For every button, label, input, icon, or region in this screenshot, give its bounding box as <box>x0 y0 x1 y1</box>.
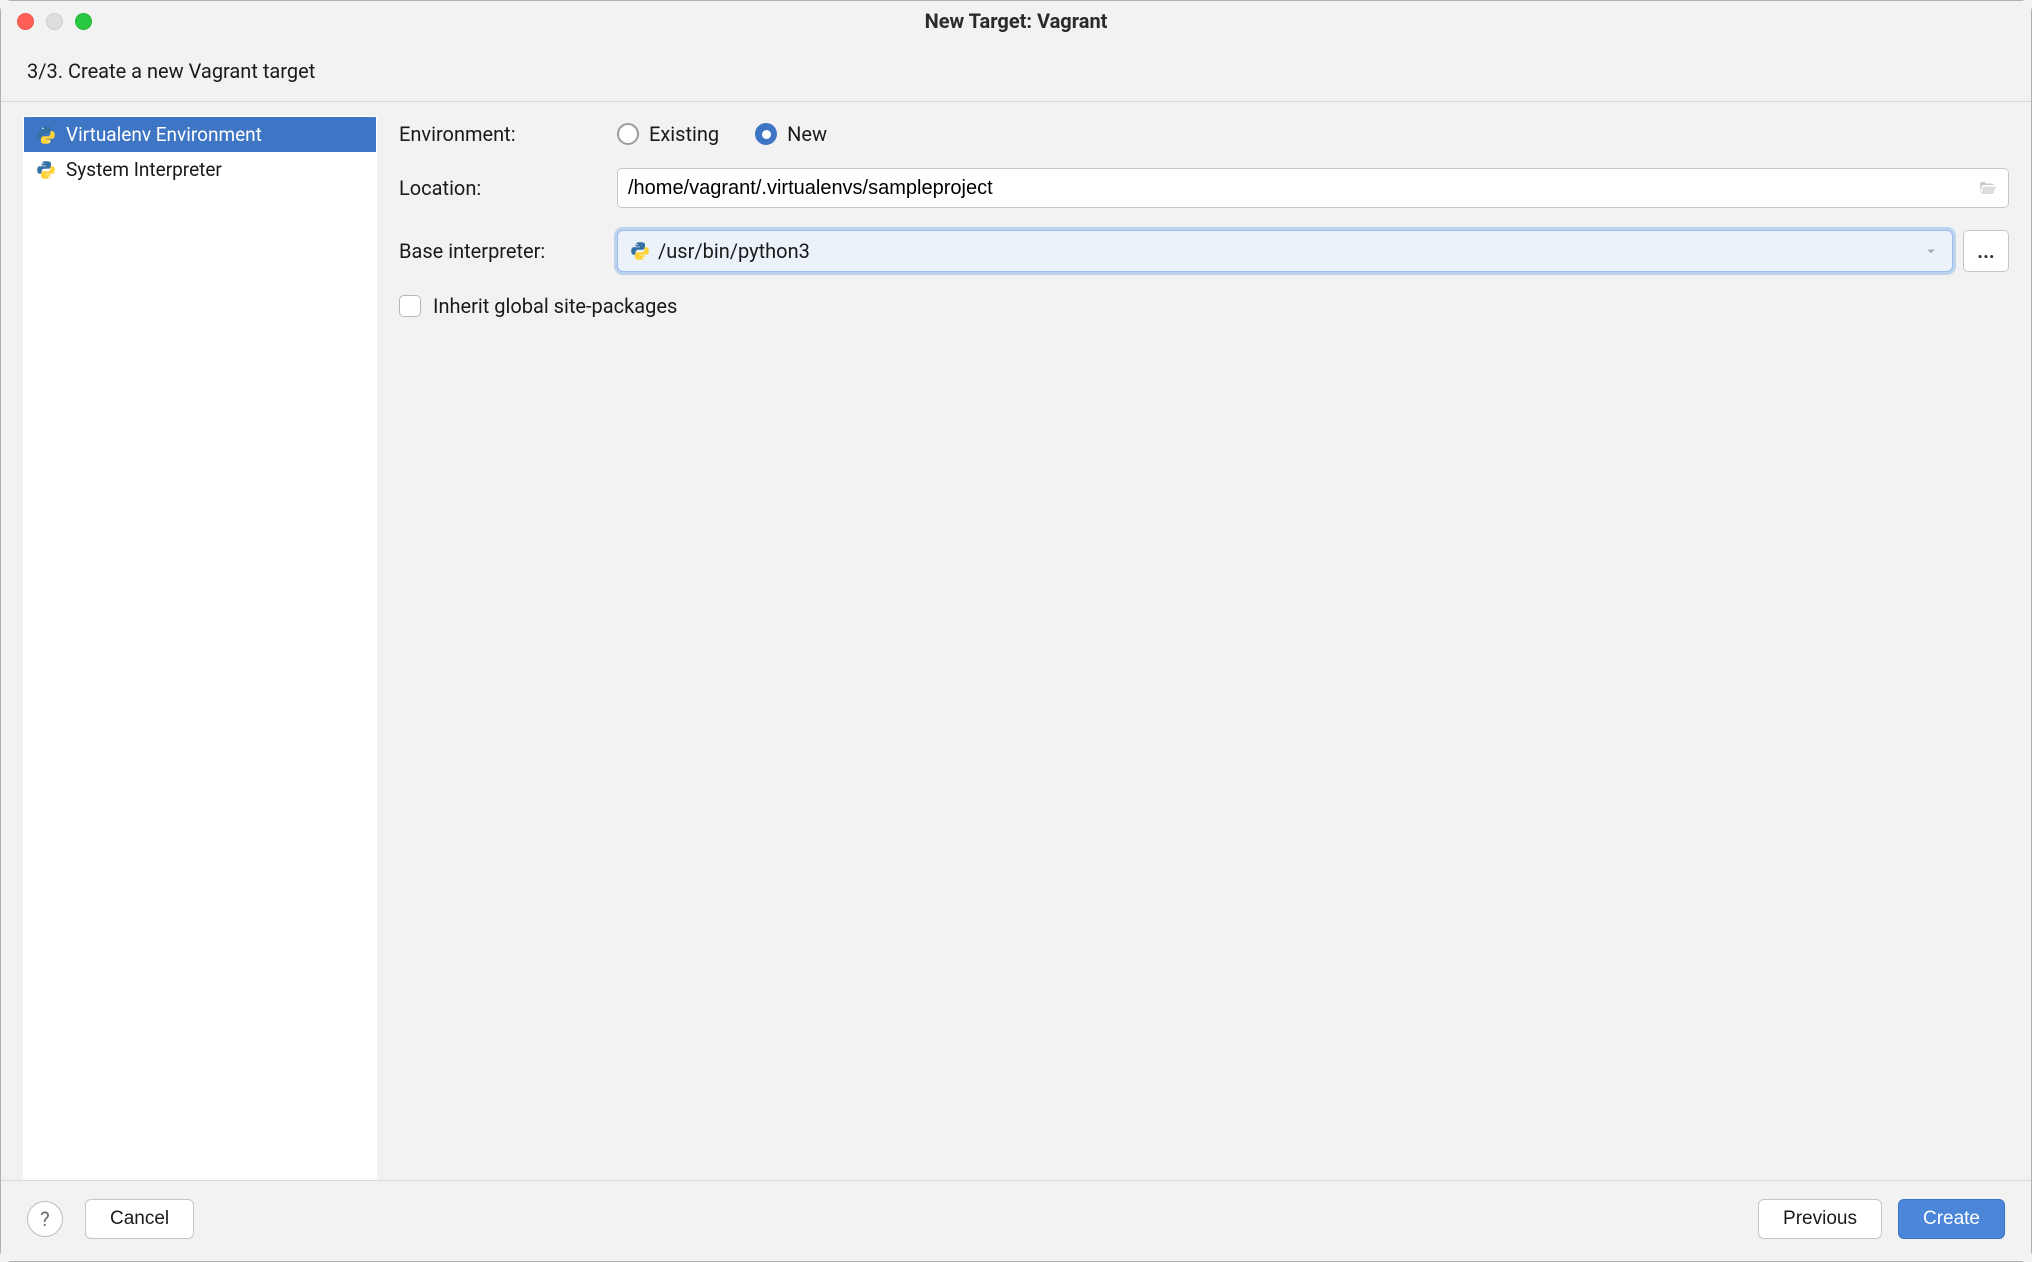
base-interpreter-combo-wrap: /usr/bin/python3 ... <box>617 230 2009 272</box>
inherit-row: Inherit global site-packages <box>399 294 2009 318</box>
inherit-label: Inherit global site-packages <box>433 294 677 318</box>
wizard-step-label: 3/3. Create a new Vagrant target <box>1 41 2031 102</box>
radio-new-label: New <box>787 122 827 146</box>
environment-row: Environment: Existing New <box>399 122 2009 146</box>
location-input[interactable] <box>628 177 1976 200</box>
location-input-wrap[interactable] <box>617 168 2009 208</box>
body-area: 3/3. Create a new Vagrant target Virtual… <box>1 41 2031 1261</box>
create-button[interactable]: Create <box>1898 1199 2005 1239</box>
ellipsis-icon: ... <box>1977 239 1994 263</box>
interpreter-type-sidebar: Virtualenv Environment System Interprete… <box>23 116 377 1180</box>
radio-existing[interactable]: Existing <box>617 122 719 146</box>
cancel-button[interactable]: Cancel <box>85 1199 194 1239</box>
sidebar-item-label: System Interpreter <box>66 158 222 181</box>
inherit-checkbox[interactable] <box>399 295 421 317</box>
location-row: Location: <box>399 168 2009 208</box>
radio-circle-checked-icon <box>755 123 777 145</box>
sidebar-item-system-interpreter[interactable]: System Interpreter <box>24 152 376 187</box>
chevron-down-icon <box>1922 242 1940 260</box>
content-row: Virtualenv Environment System Interprete… <box>1 102 2031 1180</box>
base-interpreter-value: /usr/bin/python3 <box>658 239 1922 263</box>
sidebar-item-virtualenv[interactable]: Virtualenv Environment <box>24 117 376 152</box>
base-interpreter-label: Base interpreter: <box>399 239 617 263</box>
help-button[interactable]: ? <box>27 1201 63 1237</box>
interpreter-more-button[interactable]: ... <box>1963 230 2009 272</box>
titlebar: New Target: Vagrant <box>1 1 2031 41</box>
python-icon <box>36 160 56 180</box>
sidebar-item-label: Virtualenv Environment <box>66 123 262 146</box>
window-zoom-icon[interactable] <box>75 13 92 30</box>
footer: ? Cancel Previous Create <box>1 1180 2031 1261</box>
traffic-lights <box>17 13 92 30</box>
main-pane: Environment: Existing New Location: <box>399 116 2009 1180</box>
window-minimize-icon <box>46 13 63 30</box>
window-close-icon[interactable] <box>17 13 34 30</box>
previous-button[interactable]: Previous <box>1758 1199 1882 1239</box>
help-icon: ? <box>40 1207 49 1231</box>
radio-new[interactable]: New <box>755 122 827 146</box>
base-interpreter-row: Base interpreter: /usr/bin/python3 <box>399 230 2009 272</box>
python-icon <box>630 241 650 261</box>
environment-label: Environment: <box>399 122 617 146</box>
location-label: Location: <box>399 176 617 200</box>
environment-radio-group: Existing New <box>617 122 827 146</box>
base-interpreter-combo[interactable]: /usr/bin/python3 <box>617 230 1953 272</box>
radio-circle-icon <box>617 123 639 145</box>
radio-existing-label: Existing <box>649 122 719 146</box>
python-icon <box>36 125 56 145</box>
window-title: New Target: Vagrant <box>1 9 2031 33</box>
folder-open-icon[interactable] <box>1976 179 1998 197</box>
